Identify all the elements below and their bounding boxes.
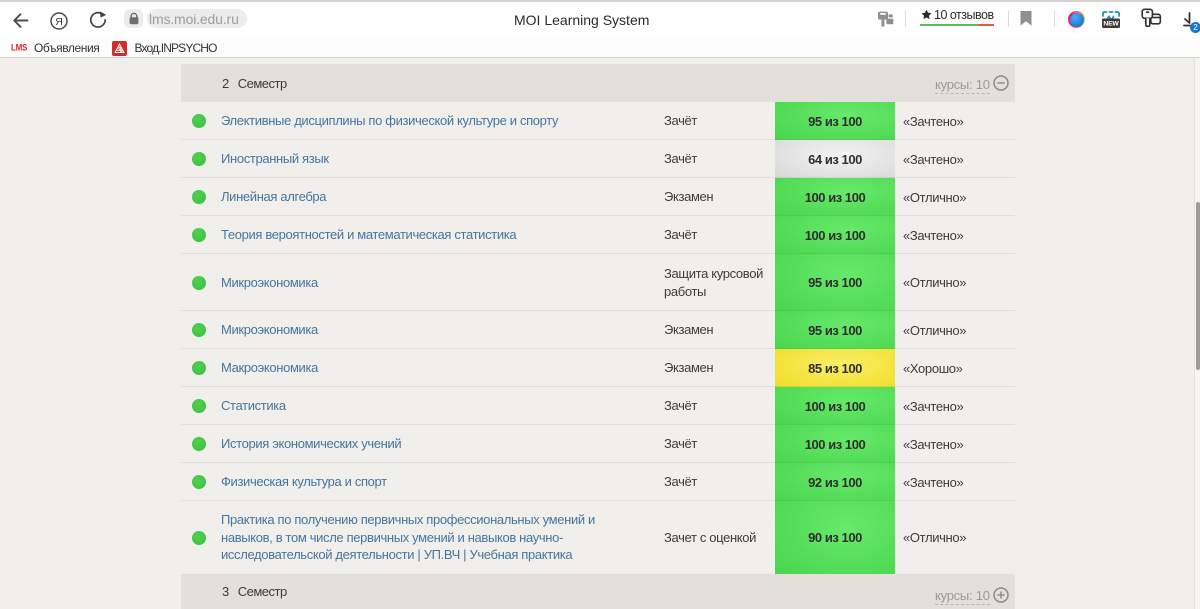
svg-text:Я: Я	[55, 15, 63, 27]
svg-text:NEW: NEW	[1103, 21, 1119, 28]
